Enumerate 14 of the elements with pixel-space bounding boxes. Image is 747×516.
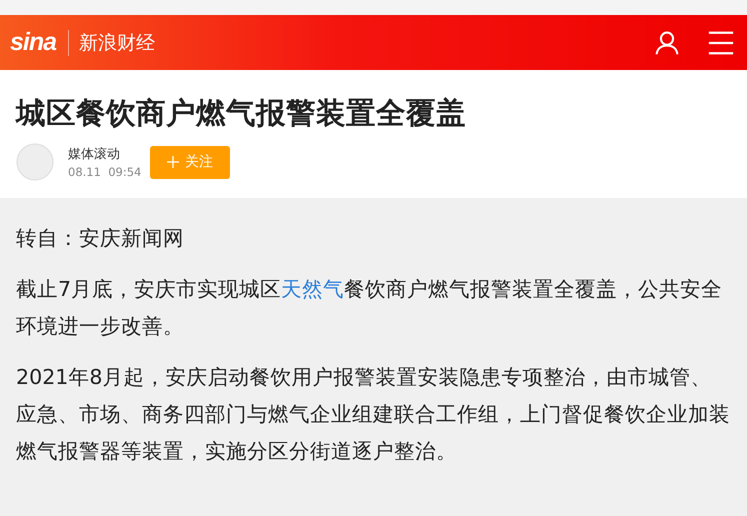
- publish-time: 08.11 09:54: [68, 165, 142, 179]
- follow-button[interactable]: 关注: [150, 146, 230, 178]
- paragraph: 截止7月底，安庆市实现城区天然气餐饮商户燃气报警装置全覆盖，公共安全环境进一步改善。: [16, 276, 724, 340]
- paragraph: 转自：安庆新闻网: [16, 225, 185, 252]
- author-name[interactable]: 媒体滚动: [68, 145, 150, 163]
- site-logo[interactable]: sina: [10, 28, 56, 57]
- channel-name[interactable]: 新浪财经: [79, 30, 156, 56]
- menu-icon[interactable]: [707, 30, 735, 56]
- plus-icon: [167, 156, 179, 168]
- avatar-icon: [16, 143, 54, 181]
- user-icon[interactable]: [653, 30, 681, 56]
- article-title: 城区餐饮商户燃气报警装置全覆盖: [14, 95, 467, 132]
- paragraph: 2021年8月起，安庆启动餐饮用户报警装置安装隐患专项整治，由市城管、应急、市场、商务四部门与燃气企业组建联合工作组，上门督促餐饮企业加装燃气报警器等装置，实施分区分街道逐户整治。: [16, 364, 731, 465]
- keyword-link[interactable]: 天然气: [281, 277, 344, 301]
